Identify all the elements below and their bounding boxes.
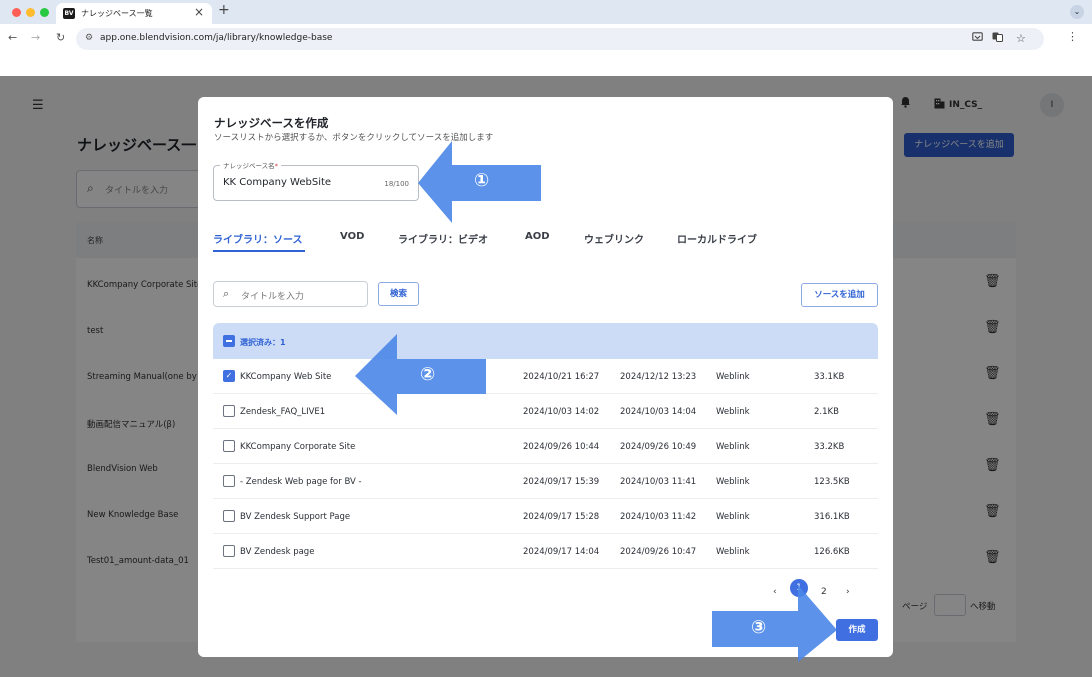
tab-library-video[interactable]: ライブラリ：ビデオ	[398, 231, 488, 246]
source-type: Weblink	[716, 407, 750, 417]
source-size: 123.5KB	[814, 477, 850, 487]
source-name: BV Zendesk Support Page	[240, 512, 351, 522]
tab-search-chevron-icon[interactable]: ⌄	[1070, 5, 1084, 19]
list-item[interactable]: BV Zendesk page 2024/09/17 14:04 2024/09…	[213, 534, 878, 569]
row-checkbox[interactable]	[223, 475, 235, 487]
source-type: Weblink	[716, 547, 750, 557]
source-created: 2024/10/21 16:27	[523, 372, 600, 382]
tab-vod[interactable]: VOD	[340, 231, 364, 242]
source-size: 126.6KB	[814, 547, 850, 557]
reload-icon[interactable]: ↻	[56, 31, 65, 44]
window-minimize-button[interactable]	[26, 8, 35, 17]
browser-tab[interactable]: BV ナレッジベース一覧 ×	[56, 3, 212, 24]
source-search-placeholder: タイトルを入力	[241, 292, 305, 302]
new-tab-icon[interactable]: +	[218, 2, 230, 18]
browser-tabstrip: BV ナレッジベース一覧 × + ⌄	[0, 0, 1092, 24]
dialog-subtitle: ソースリストから選択するか、ボタンをクリックしてソースを追加します	[214, 133, 494, 143]
source-name: Zendesk_FAQ_LIVE1	[240, 407, 326, 417]
source-updated: 2024/12/12 13:23	[620, 372, 697, 382]
callout-number-1: ①	[474, 170, 490, 191]
page-button-current[interactable]: 1	[790, 579, 808, 597]
list-item[interactable]: - Zendesk Web page for BV - 2024/09/17 1…	[213, 464, 878, 499]
pager-next-icon[interactable]: ›	[846, 587, 850, 597]
source-updated: 2024/10/03 14:04	[620, 407, 697, 417]
selection-header: 選択済み：1	[213, 323, 878, 359]
create-knowledge-base-dialog: ナレッジベースを作成 ソースリストから選択するか、ボタンをクリックしてソースを追…	[198, 97, 893, 657]
select-all-checkbox[interactable]	[223, 335, 235, 347]
create-button[interactable]: 作成	[836, 619, 878, 641]
source-size: 33.2KB	[814, 442, 845, 452]
tab-close-icon[interactable]: ×	[194, 5, 204, 19]
add-source-button[interactable]: ソースを追加	[801, 283, 878, 307]
search-button[interactable]: 検索	[378, 282, 419, 306]
source-updated: 2024/09/26 10:47	[620, 547, 697, 557]
list-item[interactable]: KKCompany Corporate Site 2024/09/26 10:4…	[213, 429, 878, 464]
pager-prev-icon[interactable]: ‹	[773, 587, 777, 597]
row-checkbox[interactable]	[223, 405, 235, 417]
tab-weblink[interactable]: ウェブリンク	[584, 231, 644, 246]
bv-favicon-icon: BV	[63, 8, 75, 19]
address-bar[interactable]: ⚙ app.one.blendvision.com/ja/library/kno…	[76, 28, 1044, 50]
browser-toolbar: ← → ↻ ⚙ app.one.blendvision.com/ja/libra…	[0, 24, 1092, 54]
tab-local-drive[interactable]: ローカルドライブ	[677, 231, 757, 246]
source-created: 2024/10/03 14:02	[523, 407, 600, 417]
list-item[interactable]: Zendesk_FAQ_LIVE1 2024/10/03 14:02 2024/…	[213, 394, 878, 429]
forward-arrow-icon[interactable]: →	[31, 31, 40, 44]
source-updated: 2024/10/03 11:41	[620, 477, 697, 487]
source-created: 2024/09/17 15:28	[523, 512, 600, 522]
search-icon: ⌕	[223, 287, 230, 300]
window-zoom-button[interactable]	[40, 8, 49, 17]
source-search-input[interactable]: ⌕ タイトルを入力	[213, 281, 368, 307]
kb-name-label: ナレッジベース名*	[220, 160, 281, 170]
source-created: 2024/09/17 15:39	[523, 477, 600, 487]
source-type: Weblink	[716, 512, 750, 522]
source-tabs: ライブラリ：ソース VOD ライブラリ：ビデオ AOD ウェブリンク ローカルド…	[198, 231, 893, 255]
dialog-title: ナレッジベースを作成	[214, 116, 329, 130]
kb-name-counter: 18/100	[384, 180, 409, 188]
source-name: BV Zendesk page	[240, 547, 315, 557]
source-size: 316.1KB	[814, 512, 850, 522]
source-updated: 2024/09/26 10:49	[620, 442, 697, 452]
tab-library-source[interactable]: ライブラリ：ソース	[213, 231, 303, 246]
bookmark-star-icon[interactable]: ☆	[1016, 32, 1026, 45]
list-item[interactable]: ✓ KKCompany Web Site 2024/10/21 16:27 20…	[213, 359, 878, 394]
page-button-2[interactable]: 2	[821, 587, 827, 597]
row-checkbox[interactable]	[223, 440, 235, 452]
address-url[interactable]: app.one.blendvision.com/ja/library/knowl…	[100, 33, 332, 43]
source-created: 2024/09/26 10:44	[523, 442, 600, 452]
tab-aod[interactable]: AOD	[525, 231, 550, 242]
browser-menu-icon[interactable]: ⋮	[1067, 30, 1078, 43]
source-name: - Zendesk Web page for BV -	[240, 477, 362, 487]
source-type: Weblink	[716, 442, 750, 452]
active-tab-indicator	[213, 250, 305, 252]
translate-icon[interactable]	[992, 32, 1003, 45]
check-icon[interactable]: ✓	[223, 370, 235, 382]
callout-number-2: ②	[420, 364, 436, 385]
window-close-button[interactable]	[12, 8, 21, 17]
row-checkbox[interactable]	[223, 545, 235, 557]
source-updated: 2024/10/03 11:42	[620, 512, 697, 522]
list-item[interactable]: BV Zendesk Support Page 2024/09/17 15:28…	[213, 499, 878, 534]
site-settings-icon[interactable]: ⚙	[85, 33, 93, 43]
source-size: 2.1KB	[814, 407, 839, 417]
source-name: KKCompany Web Site	[240, 372, 332, 382]
back-arrow-icon[interactable]: ←	[8, 31, 17, 44]
source-type: Weblink	[716, 372, 750, 382]
source-name: KKCompany Corporate Site	[240, 442, 356, 452]
source-size: 33.1KB	[814, 372, 845, 382]
knowledge-base-name-field[interactable]: ナレッジベース名* KK Company WebSite 18/100	[213, 160, 419, 201]
cast-icon[interactable]	[972, 32, 983, 45]
source-list: 選択済み：1 ✓ KKCompany Web Site 2024/10/21 1…	[213, 323, 878, 599]
callout-number-3: ③	[751, 617, 767, 638]
source-created: 2024/09/17 14:04	[523, 547, 600, 557]
kb-name-value[interactable]: KK Company WebSite	[223, 177, 331, 188]
browser-tab-title: ナレッジベース一覧	[81, 9, 153, 18]
source-type: Weblink	[716, 477, 750, 487]
selected-count: 選択済み：1	[240, 338, 286, 347]
row-checkbox[interactable]	[223, 510, 235, 522]
